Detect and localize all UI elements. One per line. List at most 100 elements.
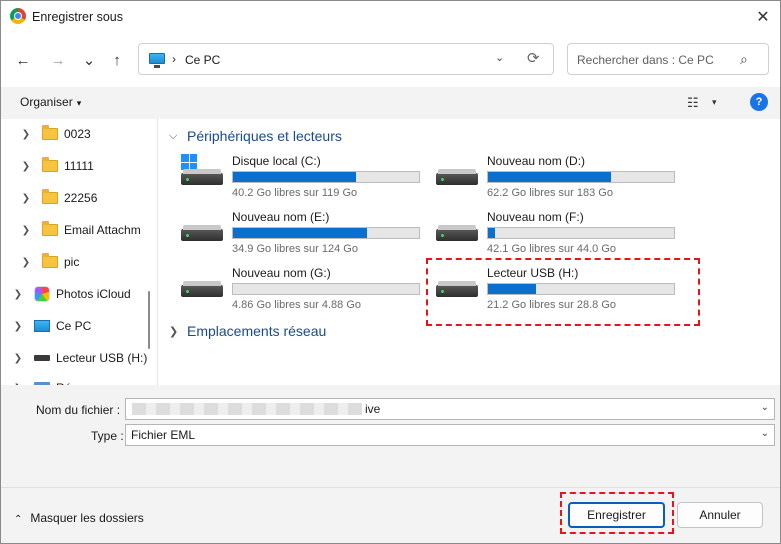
- sidebar-item-label: Email Attachm: [64, 223, 141, 237]
- drive-name: Nouveau nom (D:): [487, 154, 586, 168]
- up-arrow-icon[interactable]: ↑: [106, 49, 128, 71]
- drive-free-space: 42.1 Go libres sur 44.0 Go: [487, 243, 617, 255]
- hard-drive-icon: [436, 225, 478, 241]
- save-button-highlight: [560, 492, 674, 534]
- navigation-bar: ← → ⌄ ↑ › Ce PC ⌄ ⟳ Rechercher dans : Ce…: [1, 33, 780, 87]
- drive-g[interactable]: Nouveau nom (G:) 4.86 Go libres sur 4.88…: [181, 266, 431, 316]
- save-as-dialog: Enregistrer sous ✕ ← → ⌄ ↑ › Ce PC ⌄ ⟳ R…: [0, 0, 781, 544]
- folder-icon: [42, 157, 58, 172]
- view-options-icon[interactable]: ☷: [687, 95, 699, 111]
- drive-f[interactable]: Nouveau nom (F:) 42.1 Go libres sur 44.0…: [436, 210, 686, 260]
- search-placeholder: Rechercher dans : Ce PC: [577, 53, 714, 67]
- search-input[interactable]: Rechercher dans : Ce PC ⌕: [567, 43, 769, 75]
- hard-drive-icon: [181, 281, 223, 297]
- chrome-icon: [10, 8, 26, 24]
- cancel-button[interactable]: Annuler: [677, 502, 763, 528]
- drive-usage-bar: [487, 171, 675, 183]
- drive-e[interactable]: Nouveau nom (E:) 34.9 Go libres sur 124 …: [181, 210, 431, 260]
- drive-d[interactable]: Nouveau nom (D:) 62.2 Go libres sur 183 …: [436, 154, 686, 204]
- usb-drive-highlight: [426, 258, 700, 326]
- view-options-caret-icon[interactable]: ▾: [712, 97, 717, 108]
- sidebar-item-label: 0023: [64, 127, 91, 141]
- title-bar: Enregistrer sous ✕: [1, 1, 780, 33]
- expand-chevron-icon[interactable]: ❯: [169, 325, 179, 338]
- hide-folders-label: Masquer les dossiers: [30, 511, 144, 525]
- sidebar-item-usb-drive[interactable]: ❯ Lecteur USB (H:): [12, 348, 148, 368]
- drive-free-space: 34.9 Go libres sur 124 Go: [232, 243, 358, 255]
- expand-chevron-icon[interactable]: ❯: [12, 321, 24, 332]
- sidebar-item-11111[interactable]: ❯ 11111: [20, 156, 94, 176]
- filename-value: ive: [365, 402, 381, 416]
- windows-logo-icon: [181, 154, 197, 170]
- sidebar-item-pic[interactable]: ❯ pic: [20, 252, 79, 272]
- save-form: Nom du fichier : ive ⌄ Type : Fichier EM…: [1, 385, 780, 487]
- drive-name: Nouveau nom (F:): [487, 210, 584, 224]
- sidebar-item-network[interactable]: ❯ Ré: [12, 378, 71, 385]
- collapse-chevron-icon[interactable]: ⌵: [169, 130, 179, 143]
- breadcrumb-ce-pc[interactable]: Ce PC: [185, 53, 220, 67]
- drive-free-space: 40.2 Go libres sur 119 Go: [232, 187, 358, 199]
- sidebar-item-0023[interactable]: ❯ 0023: [20, 124, 91, 144]
- drive-name: Nouveau nom (E:): [232, 210, 330, 224]
- sidebar-scrollbar[interactable]: [148, 291, 150, 349]
- drive-usage-bar: [487, 227, 675, 239]
- search-icon[interactable]: ⌕: [740, 51, 748, 68]
- usb-drive-icon: [34, 355, 50, 361]
- folder-icon: [42, 125, 58, 140]
- expand-chevron-icon[interactable]: ❯: [12, 289, 24, 300]
- organize-label: Organiser: [20, 95, 73, 109]
- computer-icon: [34, 320, 50, 332]
- sidebar-item-ce-pc[interactable]: ❯ Ce PC: [12, 316, 92, 336]
- folder-icon: [42, 189, 58, 204]
- group-header-devices[interactable]: ⌵ Périphériques et lecteurs: [169, 128, 342, 144]
- hard-drive-icon: [181, 169, 223, 185]
- drive-name: Disque local (C:): [232, 154, 321, 168]
- folder-icon: [42, 221, 58, 236]
- file-type-value: Fichier EML: [131, 428, 196, 442]
- folder-icon: [42, 253, 58, 268]
- hard-drive-icon: [181, 225, 223, 241]
- address-dropdown-icon[interactable]: ⌄: [495, 51, 504, 64]
- computer-icon: [149, 53, 165, 68]
- expand-chevron-icon[interactable]: ❯: [12, 353, 24, 364]
- address-bar[interactable]: › Ce PC ⌄ ⟳: [138, 43, 554, 75]
- command-bar: Organiser ▾ ☷ ▾ ?: [1, 87, 780, 119]
- refresh-icon[interactable]: ⟳: [527, 49, 540, 67]
- sidebar-item-label: Ce PC: [56, 319, 92, 333]
- recent-locations-chevron-icon[interactable]: ⌄: [78, 49, 100, 71]
- navigation-pane: ❯ 0023 ❯ 11111 ❯ 22256 ❯ Email Attachm ❯…: [1, 119, 157, 385]
- redacted-filename: [132, 403, 362, 415]
- expand-chevron-icon[interactable]: ❯: [20, 193, 32, 204]
- group-header-label: Emplacements réseau: [187, 323, 327, 339]
- file-type-select[interactable]: Fichier EML ⌄: [125, 424, 775, 446]
- type-label: Type :: [91, 429, 124, 443]
- window-title: Enregistrer sous: [32, 10, 124, 24]
- organize-caret-icon: ▾: [76, 98, 82, 108]
- sidebar-item-photos-icloud[interactable]: ❯ Photos iCloud: [12, 284, 131, 304]
- sidebar-item-email-attachments[interactable]: ❯ Email Attachm: [20, 220, 141, 240]
- expand-chevron-icon[interactable]: ❯: [20, 129, 32, 140]
- hide-folders-button[interactable]: ⌃ Masquer les dossiers: [14, 511, 144, 525]
- file-list-pane: ⌵ Périphériques et lecteurs Disque local…: [158, 119, 780, 385]
- drive-usage-bar: [232, 283, 420, 295]
- filename-dropdown-icon[interactable]: ⌄: [761, 402, 769, 413]
- expand-chevron-icon[interactable]: ❯: [20, 257, 32, 268]
- organize-menu-button[interactable]: Organiser ▾: [20, 95, 81, 109]
- expand-chevron-icon[interactable]: ❯: [20, 161, 32, 172]
- filename-input[interactable]: ive ⌄: [125, 398, 775, 420]
- group-header-network[interactable]: ❯ Emplacements réseau: [169, 323, 326, 339]
- breadcrumb-separator-icon[interactable]: ›: [172, 52, 176, 66]
- drive-free-space: 62.2 Go libres sur 183 Go: [487, 187, 613, 199]
- filename-label: Nom du fichier :: [36, 403, 121, 417]
- close-button[interactable]: ✕: [746, 1, 780, 33]
- help-icon[interactable]: ?: [750, 93, 768, 111]
- group-header-label: Périphériques et lecteurs: [187, 128, 342, 144]
- expand-chevron-icon[interactable]: ❯: [20, 225, 32, 236]
- forward-arrow-icon[interactable]: →: [47, 49, 69, 71]
- sidebar-item-label: Photos iCloud: [56, 287, 131, 301]
- drive-c[interactable]: Disque local (C:) 40.2 Go libres sur 119…: [181, 154, 431, 204]
- back-arrow-icon[interactable]: ←: [12, 49, 34, 71]
- file-type-dropdown-icon[interactable]: ⌄: [761, 428, 769, 439]
- sidebar-item-22256[interactable]: ❯ 22256: [20, 188, 97, 208]
- sidebar-item-label: Lecteur USB (H:): [56, 351, 148, 365]
